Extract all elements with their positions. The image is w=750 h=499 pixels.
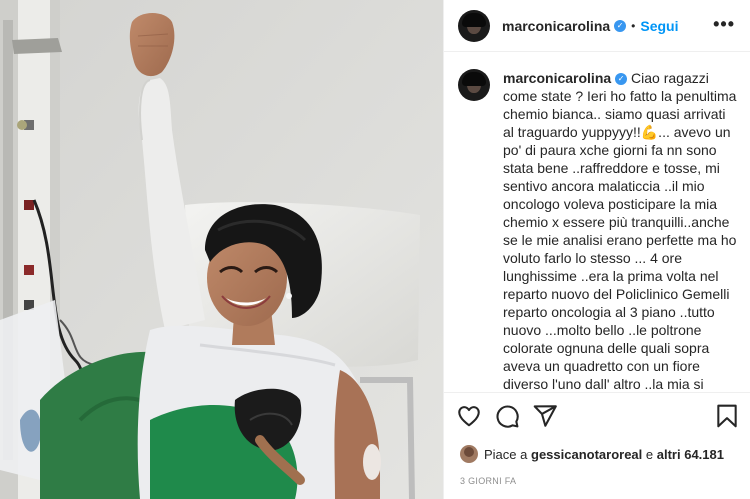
likes-prefix: Piace a — [484, 446, 528, 462]
author-avatar[interactable] — [458, 9, 490, 42]
caption-body: Ciao ragazzi come state ? Ieri ho fatto … — [503, 70, 737, 392]
likes-others-link[interactable]: altri 64.181 — [657, 447, 724, 462]
liker-username[interactable]: gessicanotaroreal — [531, 447, 642, 462]
liker-avatar[interactable] — [460, 445, 478, 463]
instagram-post: marconicarolina ✓ • Segui ••• marconicar… — [0, 0, 750, 499]
bookmark-icon[interactable] — [714, 403, 740, 429]
likes-conjunction: e — [645, 446, 654, 462]
action-icons — [456, 403, 740, 431]
share-icon[interactable] — [532, 403, 558, 429]
comment-icon[interactable] — [494, 403, 520, 429]
heart-icon[interactable] — [456, 403, 482, 429]
post-time-ago[interactable]: 3 GIORNI FA — [460, 476, 516, 486]
likes-summary: Piace a gessicanotaroreal e altri 64.181 — [460, 445, 724, 463]
caption-verified-badge-icon: ✓ — [615, 73, 628, 86]
verified-badge-icon: ✓ — [614, 19, 627, 32]
separator-dot: • — [631, 18, 636, 33]
caption-scroll-area[interactable]: marconicarolina ✓ Ciao ragazzi come state… — [444, 53, 750, 392]
post-header: marconicarolina ✓ • Segui ••• — [444, 0, 750, 52]
post-photo[interactable] — [0, 0, 443, 499]
caption-text: marconicarolina ✓ Ciao ragazzi come state… — [503, 69, 737, 392]
more-options-icon[interactable]: ••• — [713, 14, 735, 35]
follow-button[interactable]: Segui — [640, 18, 678, 34]
author-username[interactable]: marconicarolina — [502, 18, 610, 34]
post-sidebar: marconicarolina ✓ • Segui ••• marconicar… — [443, 0, 750, 499]
post-image — [0, 0, 443, 499]
caption-author-avatar[interactable] — [458, 69, 490, 101]
caption-row: marconicarolina ✓ Ciao ragazzi come state… — [458, 69, 737, 392]
caption-username[interactable]: marconicarolina — [503, 70, 611, 86]
